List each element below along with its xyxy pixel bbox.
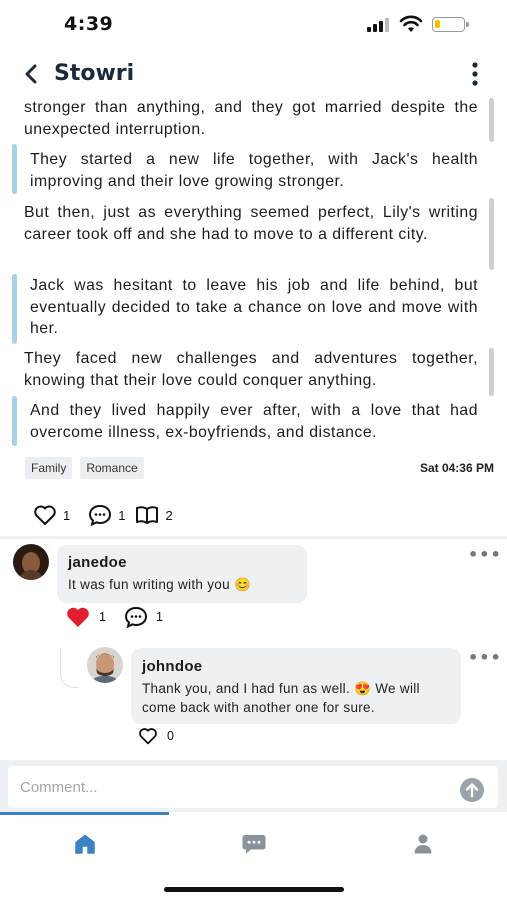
story-paragraph: And they lived happily ever after, with … bbox=[30, 402, 478, 441]
avatar-janedoe[interactable] bbox=[13, 544, 49, 580]
reply-bubble: johndoe Thank you, and I had fun as well… bbox=[131, 648, 461, 724]
story-paragraph: They started a new life together, with J… bbox=[30, 151, 478, 190]
comment-input-bar bbox=[0, 760, 507, 812]
nav-messages[interactable] bbox=[169, 824, 338, 864]
battery-level bbox=[435, 20, 440, 28]
comment-count: 1 bbox=[118, 507, 126, 523]
cellular-signal-icon bbox=[367, 18, 389, 32]
bottom-nav bbox=[0, 812, 507, 900]
story-stats: 1 1 2 bbox=[33, 503, 183, 527]
comment-button[interactable]: 1 bbox=[88, 504, 125, 526]
comment-options-icon[interactable]: ••• bbox=[468, 545, 502, 564]
status-bar: 4:39 bbox=[0, 0, 507, 50]
reply-connector bbox=[60, 648, 78, 688]
reads-indicator: 2 bbox=[135, 505, 173, 525]
story-paragraph: stronger than anything, and they got mar… bbox=[24, 99, 478, 138]
back-chevron-icon[interactable] bbox=[20, 62, 42, 86]
tag-romance[interactable]: Romance bbox=[80, 457, 144, 479]
comment-input-wrapper bbox=[8, 766, 498, 808]
tag-list: Family Romance bbox=[25, 457, 144, 479]
heart-filled-icon[interactable] bbox=[65, 606, 91, 628]
comment-bubble: janedoe It was fun writing with you 😊 bbox=[57, 545, 307, 603]
comment-reply-count: 1 bbox=[155, 610, 163, 624]
comment-username[interactable]: janedoe bbox=[68, 554, 127, 571]
comment-icon bbox=[89, 504, 112, 526]
status-time: 4:39 bbox=[64, 13, 114, 35]
comment-like-count: 1 bbox=[99, 610, 106, 624]
story-content: stronger than anything, and they got mar… bbox=[0, 98, 507, 496]
read-count: 2 bbox=[165, 507, 173, 523]
like-count: 1 bbox=[63, 507, 71, 523]
like-button[interactable]: 1 bbox=[33, 504, 70, 526]
comment-input[interactable] bbox=[20, 774, 440, 800]
nav-active-indicator bbox=[0, 812, 169, 815]
nav-profile[interactable] bbox=[338, 824, 507, 864]
comment-actions: 1 1 bbox=[65, 606, 181, 628]
reply-text: Thank you, and I had fun as well. 😍 We w… bbox=[142, 681, 420, 715]
reply-options-icon[interactable]: ••• bbox=[468, 648, 502, 667]
nav-home[interactable] bbox=[0, 824, 169, 864]
more-vertical-icon[interactable] bbox=[466, 60, 484, 88]
story-paragraph: Jack was hesitant to leave his job and l… bbox=[30, 277, 478, 337]
wifi-icon bbox=[399, 15, 423, 32]
battery-icon bbox=[432, 17, 469, 32]
reply-like-count: 0 bbox=[167, 729, 174, 743]
heart-outline-icon bbox=[34, 505, 56, 525]
story-paragraph: But then, just as everything seemed perf… bbox=[24, 204, 478, 243]
home-indicator bbox=[164, 887, 344, 892]
send-arrow-up-icon[interactable] bbox=[460, 778, 484, 802]
avatar-johndoe[interactable] bbox=[87, 647, 123, 683]
user-icon bbox=[414, 834, 431, 854]
reply-username[interactable]: johndoe bbox=[142, 658, 202, 675]
app-header: Stowri bbox=[0, 50, 507, 98]
book-open-icon bbox=[136, 506, 159, 524]
reply-actions: 0 bbox=[137, 727, 192, 745]
page-title: Stowri bbox=[54, 61, 135, 86]
home-icon bbox=[74, 834, 95, 854]
divider bbox=[0, 536, 507, 539]
tag-family[interactable]: Family bbox=[25, 457, 73, 479]
chat-bubble-icon bbox=[242, 835, 265, 854]
post-date: Sat 04:36 PM bbox=[419, 461, 494, 475]
story-paragraph: They faced new challenges and adventures… bbox=[24, 350, 478, 389]
reply-icon[interactable] bbox=[124, 606, 148, 628]
comment-text: It was fun writing with you 😊 bbox=[68, 577, 252, 592]
heart-outline-icon[interactable] bbox=[137, 727, 159, 745]
